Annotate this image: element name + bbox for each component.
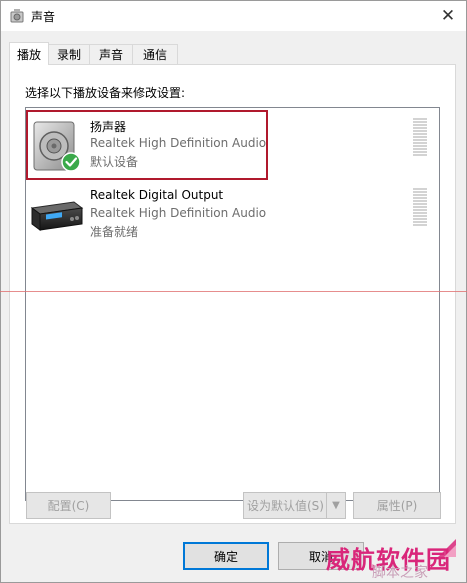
volume-level-meter xyxy=(413,118,427,157)
client-area: 播放 录制 声音 通信 选择以下播放设备来修改设置: 扬声器 Realtek H… xyxy=(1,31,466,582)
tab-sounds[interactable]: 声音 xyxy=(89,44,133,64)
tab-label: 通信 xyxy=(142,48,167,62)
set-default-button[interactable]: 设为默认值(S) ▼ xyxy=(243,492,346,519)
properties-button[interactable]: 属性(P) xyxy=(353,492,441,519)
close-icon: ✕ xyxy=(440,6,456,26)
instruction-text: 选择以下播放设备来修改设置: xyxy=(25,86,186,100)
device-item-speakers[interactable]: 扬声器 Realtek High Definition Audio 默认设备 xyxy=(26,110,439,180)
watermark-logo-icon xyxy=(438,539,456,557)
device-status: 准备就绪 xyxy=(90,225,139,239)
tab-label: 播放 xyxy=(16,47,41,62)
tab-label: 声音 xyxy=(98,48,123,62)
playback-panel: 选择以下播放设备来修改设置: 扬声器 Realtek High Definiti… xyxy=(9,64,456,524)
watermark-subtext: 脚本之家 xyxy=(372,565,428,581)
device-description: Realtek High Definition Audio xyxy=(90,206,267,220)
speaker-default-icon xyxy=(33,121,81,172)
title-bar[interactable]: 声音 ✕ xyxy=(1,1,466,31)
tab-playback[interactable]: 播放 xyxy=(9,42,49,65)
device-item-digital-output[interactable]: Realtek Digital Output Realtek High Defi… xyxy=(26,180,439,250)
button-label: 确定 xyxy=(213,549,238,564)
tab-communications[interactable]: 通信 xyxy=(132,44,178,64)
close-button[interactable]: ✕ xyxy=(436,5,460,27)
button-label: 配置(C) xyxy=(47,499,90,513)
device-name: 扬声器 xyxy=(90,120,127,134)
device-list[interactable]: 扬声器 Realtek High Definition Audio 默认设备 R… xyxy=(25,107,440,501)
button-label: 属性(P) xyxy=(376,499,418,513)
speaker-icon xyxy=(10,9,24,23)
ok-button[interactable]: 确定 xyxy=(183,542,269,570)
watermark: 威航软件园 脚本之家 xyxy=(318,537,458,581)
tab-recording[interactable]: 录制 xyxy=(48,44,90,64)
tab-label: 录制 xyxy=(56,48,81,62)
button-label: 设为默认值(S) xyxy=(247,499,324,513)
configure-button[interactable]: 配置(C) xyxy=(26,492,111,519)
device-name: Realtek Digital Output xyxy=(90,188,224,202)
volume-level-meter xyxy=(413,188,427,227)
device-status: 默认设备 xyxy=(90,155,139,169)
chevron-down-icon[interactable]: ▼ xyxy=(326,493,345,518)
device-description: Realtek High Definition Audio xyxy=(90,136,267,150)
window-title: 声音 xyxy=(31,10,56,24)
digital-output-icon xyxy=(30,201,84,231)
guide-line xyxy=(0,291,467,292)
